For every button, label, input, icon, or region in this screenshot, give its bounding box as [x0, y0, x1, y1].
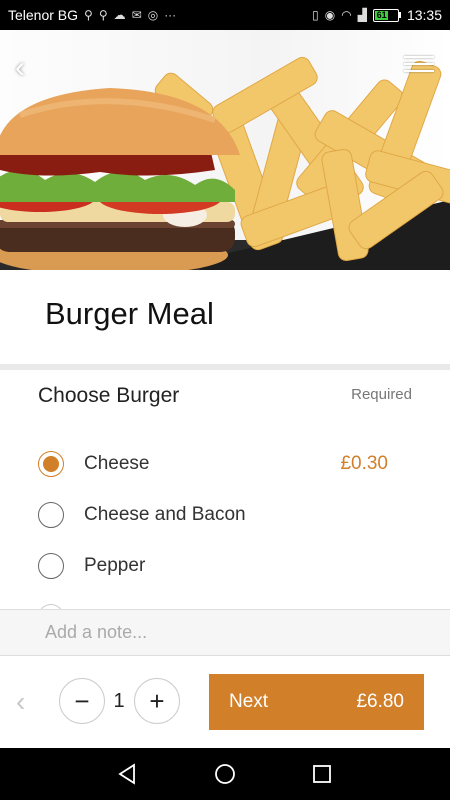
eye-icon: ◉ [324, 8, 336, 22]
add-note-input[interactable] [0, 609, 450, 656]
signal-icon: ▟ [357, 8, 367, 22]
required-label: Required [351, 386, 412, 403]
mail-icon: ✉ [131, 8, 142, 22]
recents-square-icon[interactable] [310, 762, 334, 786]
status-bar: Telenor BG ⚲ ⚲ ☁ ✉ ◎ ··· ▯ ◉ ◠ ▟ 61 13:3… [0, 0, 450, 30]
instagram-icon: ◎ [147, 8, 159, 22]
back-triangle-icon[interactable] [116, 762, 140, 786]
option-pepper[interactable]: Pepper [38, 546, 388, 586]
quantity-value: 1 [113, 690, 125, 712]
vibrate-icon: ▯ [312, 8, 319, 22]
radio-unchecked[interactable] [38, 553, 64, 579]
decrease-quantity-button[interactable]: − [59, 678, 105, 724]
more-icon: ··· [164, 8, 177, 22]
next-button[interactable]: Next £6.80 [209, 674, 424, 730]
option-label: Pepper [84, 555, 146, 576]
page-title: Burger Meal [45, 296, 214, 331]
option-label: Cheese and Bacon [84, 504, 246, 525]
total-price: £6.80 [356, 691, 404, 712]
usb-icon: ⚲ [98, 8, 108, 22]
home-circle-icon[interactable] [213, 762, 237, 786]
clock: 13:35 [406, 7, 442, 23]
burger-fries-illustration [0, 56, 450, 270]
back-button[interactable]: ‹ [6, 51, 34, 84]
wifi-icon: ◠ [341, 8, 352, 22]
battery-icon: 61 [372, 8, 401, 22]
carrier-name: Telenor BG [8, 7, 79, 23]
battery-level: 61 [374, 9, 389, 20]
radio-unchecked[interactable] [38, 502, 64, 528]
previous-button[interactable]: ‹ [16, 686, 25, 718]
radio-checked[interactable] [38, 451, 64, 477]
hero-image: ‹ [0, 30, 450, 270]
footer-bar: ‹ − 1 + Next £6.80 [0, 656, 450, 748]
android-nav-bar [0, 748, 450, 800]
next-label: Next [229, 691, 269, 712]
section-title: Choose Burger [38, 384, 180, 407]
option-cheese-and-bacon[interactable]: Cheese and Bacon [38, 495, 388, 535]
cloud-icon: ☁ [113, 8, 126, 22]
usb-icon: ⚲ [84, 8, 93, 22]
increase-quantity-button[interactable]: + [134, 678, 180, 724]
option-label: Cheese [84, 453, 150, 474]
status-right: ▯ ◉ ◠ ▟ 61 13:35 [312, 7, 442, 23]
section-divider [0, 364, 450, 370]
option-price: £0.30 [340, 453, 388, 474]
hamburger-menu-icon[interactable] [404, 56, 434, 78]
status-left: Telenor BG ⚲ ⚲ ☁ ✉ ◎ ··· [8, 7, 176, 23]
option-cheese[interactable]: Cheese £0.30 [38, 444, 388, 484]
